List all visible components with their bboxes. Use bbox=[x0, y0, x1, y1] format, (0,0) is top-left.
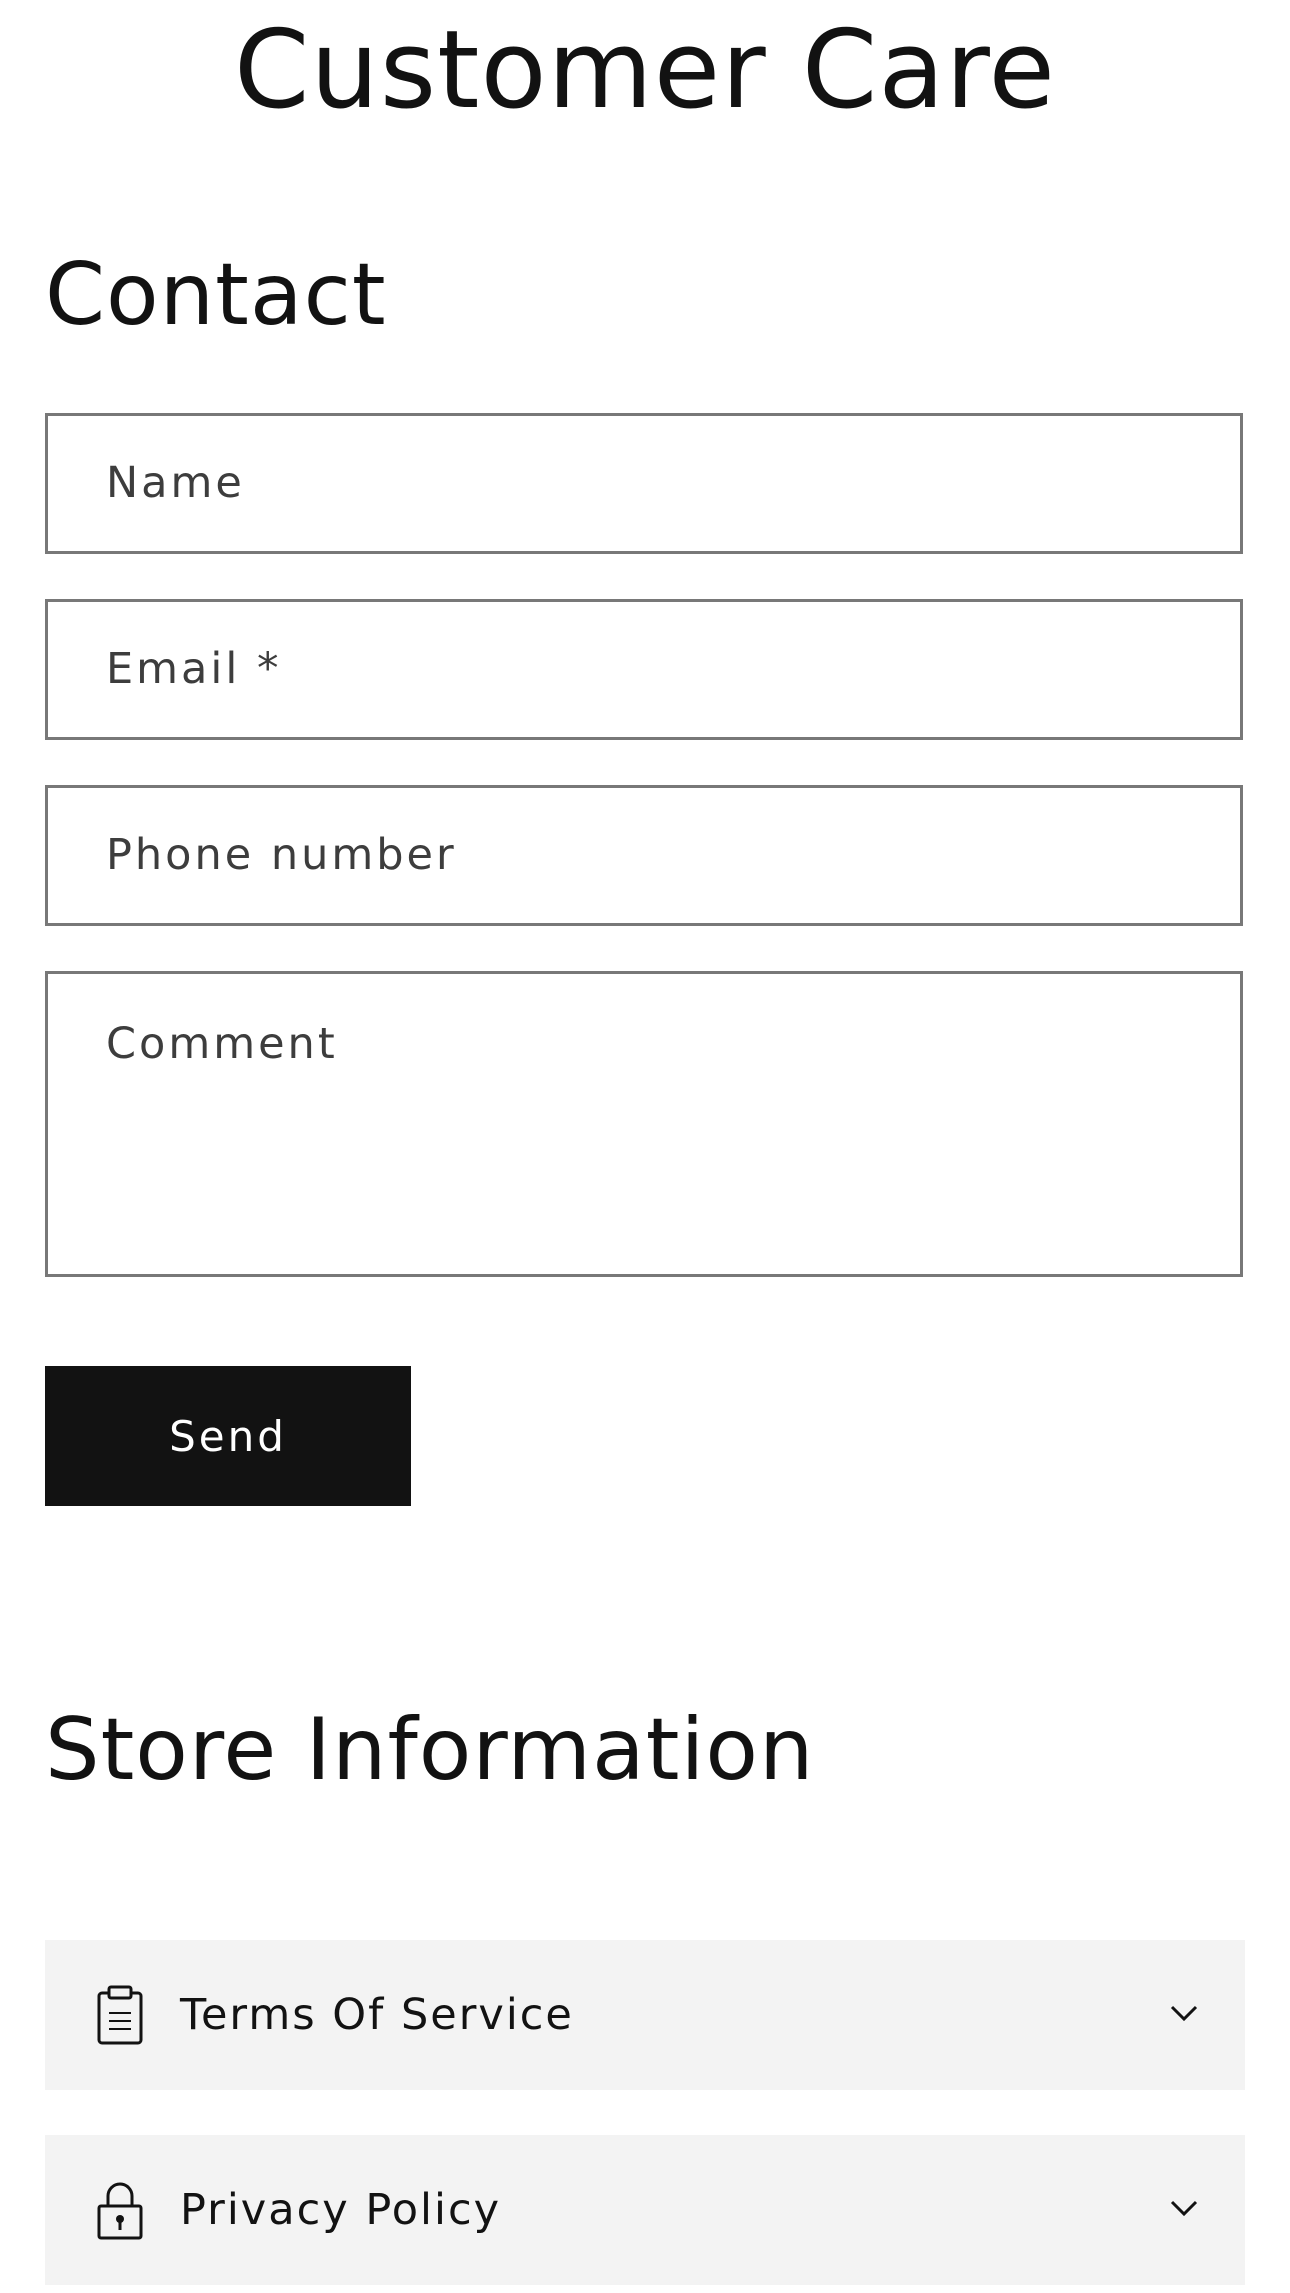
clipboard-icon bbox=[97, 1985, 143, 2045]
accordion-terms-of-service[interactable]: Terms Of Service bbox=[45, 1940, 1245, 2090]
chevron-down-icon bbox=[1170, 2200, 1198, 2217]
name-input[interactable] bbox=[48, 416, 1240, 550]
phone-input[interactable] bbox=[48, 788, 1240, 922]
comment-textarea[interactable] bbox=[48, 974, 1240, 1274]
accordion-label-privacy-policy: Privacy Policy bbox=[180, 2185, 502, 2235]
accordion-label-terms-of-service: Terms Of Service bbox=[180, 1990, 574, 2040]
email-input[interactable] bbox=[48, 602, 1240, 736]
lock-icon bbox=[97, 2182, 143, 2240]
accordion-privacy-policy[interactable]: Privacy Policy bbox=[45, 2135, 1245, 2285]
email-field-wrapper bbox=[45, 599, 1243, 740]
store-information-heading: Store Information bbox=[45, 1700, 815, 1800]
contact-heading: Contact bbox=[45, 245, 387, 345]
chevron-down-icon bbox=[1170, 2005, 1198, 2022]
name-field-wrapper bbox=[45, 413, 1243, 554]
page-title: Customer Care bbox=[234, 8, 1056, 133]
send-button[interactable]: Send bbox=[45, 1366, 411, 1506]
phone-field-wrapper bbox=[45, 785, 1243, 926]
comment-field-wrapper bbox=[45, 971, 1243, 1277]
